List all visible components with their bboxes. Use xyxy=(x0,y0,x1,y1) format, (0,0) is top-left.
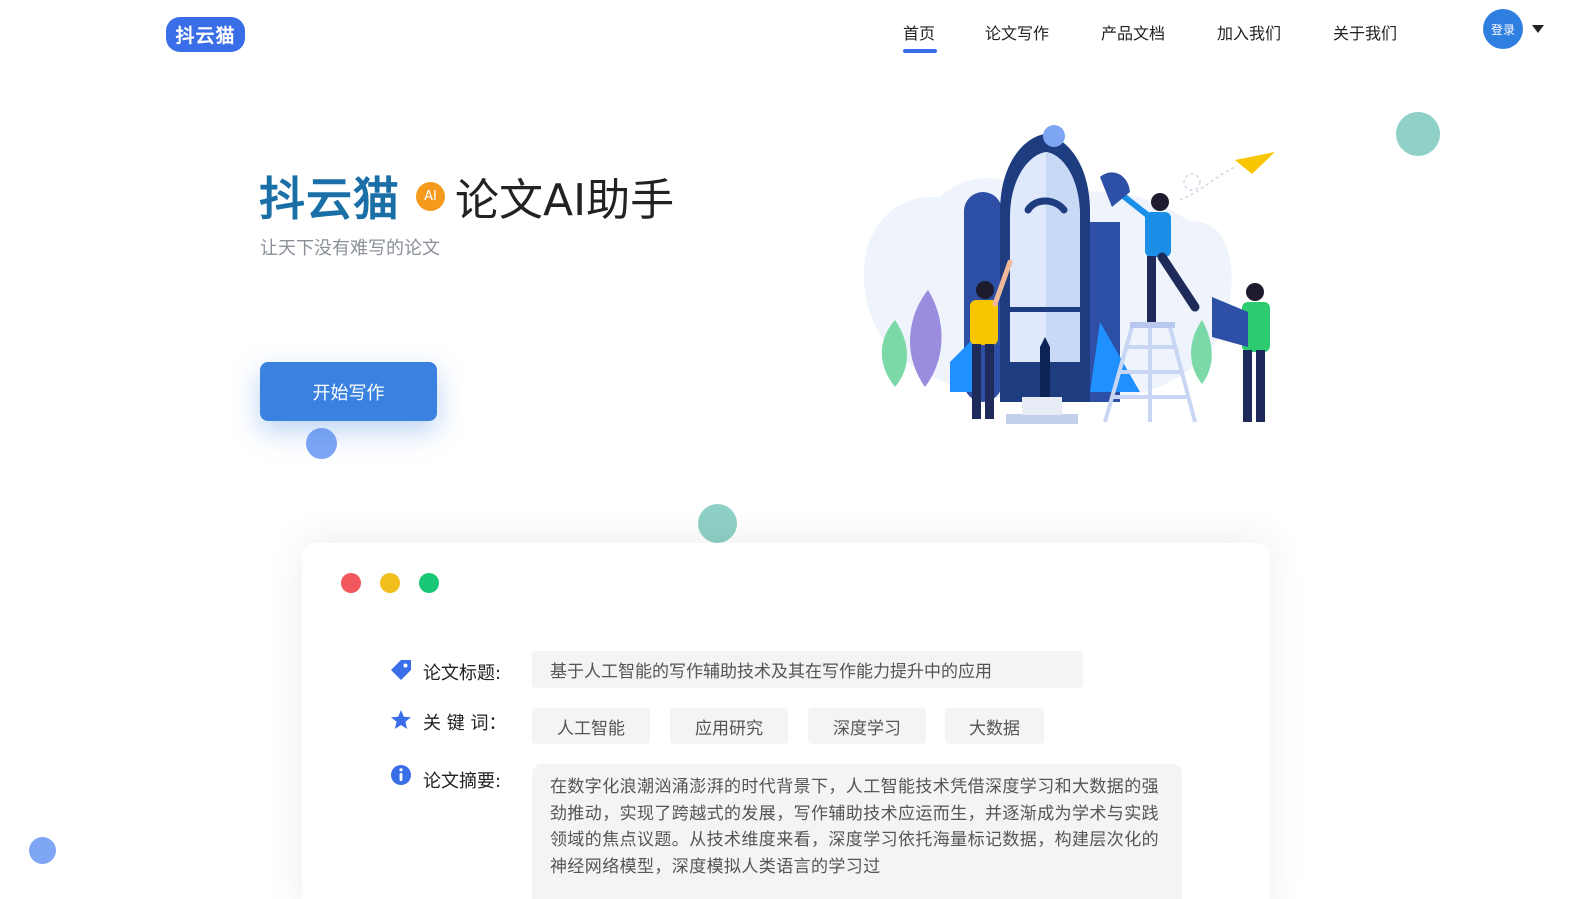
keyword-tag: 大数据 xyxy=(945,708,1044,744)
star-icon xyxy=(391,710,411,729)
ai-badge: AI xyxy=(416,181,445,211)
nav-paper-writing[interactable]: 论文写作 xyxy=(985,20,1049,44)
window-maximize-dot xyxy=(419,573,439,593)
hero-title: 抖云猫 AI 论文AI助手 xyxy=(259,168,674,226)
decor-dot xyxy=(29,837,56,864)
hero-subtitle: 让天下没有难写的论文 xyxy=(260,238,440,259)
info-icon xyxy=(391,765,411,785)
nav-join-us[interactable]: 加入我们 xyxy=(1217,20,1281,44)
login-avatar-button[interactable]: 登录 xyxy=(1483,9,1523,49)
nav-home[interactable]: 首页 xyxy=(903,20,935,44)
decor-dot xyxy=(306,428,337,459)
decor-dot xyxy=(1396,112,1440,156)
logo[interactable]: 抖云猫 xyxy=(166,17,245,52)
hero-brand: 抖云猫 xyxy=(259,172,400,226)
tag-icon xyxy=(391,660,411,680)
decor-dot xyxy=(698,504,737,543)
nav-product-docs[interactable]: 产品文档 xyxy=(1101,20,1165,44)
chevron-down-icon[interactable] xyxy=(1532,25,1544,33)
keyword-tag: 人工智能 xyxy=(532,708,650,744)
window-minimize-dot xyxy=(380,573,400,593)
title-value: 基于人工智能的写作辅助技术及其在写作能力提升中的应用 xyxy=(532,651,1083,688)
window-close-dot xyxy=(341,573,361,593)
nav-about-us[interactable]: 关于我们 xyxy=(1333,20,1397,44)
hero-title-text: 论文AI助手 xyxy=(455,175,675,226)
title-label: 论文标题: xyxy=(423,663,502,684)
rocket-illustration xyxy=(863,125,1275,424)
abstract-value: 在数字化浪潮汹涌澎湃的时代背景下，人工智能技术凭借深度学习和大数据的强劲推动，实… xyxy=(532,764,1182,899)
keyword-tag: 应用研究 xyxy=(670,708,788,744)
keywords-label: 关 键 词： xyxy=(423,713,507,734)
page: 抖云猫 首页 论文写作 产品文档 加入我们 关于我们 登录 抖云猫 AI 论文A… xyxy=(0,0,1594,899)
keyword-tag: 深度学习 xyxy=(808,708,926,744)
abstract-label: 论文摘要: xyxy=(423,771,502,792)
paper-preview-card: 论文标题: 基于人工智能的写作辅助技术及其在写作能力提升中的应用 关 键 词： … xyxy=(302,543,1270,899)
start-writing-button[interactable]: 开始写作 xyxy=(260,362,437,421)
nav-active-indicator xyxy=(903,49,937,53)
